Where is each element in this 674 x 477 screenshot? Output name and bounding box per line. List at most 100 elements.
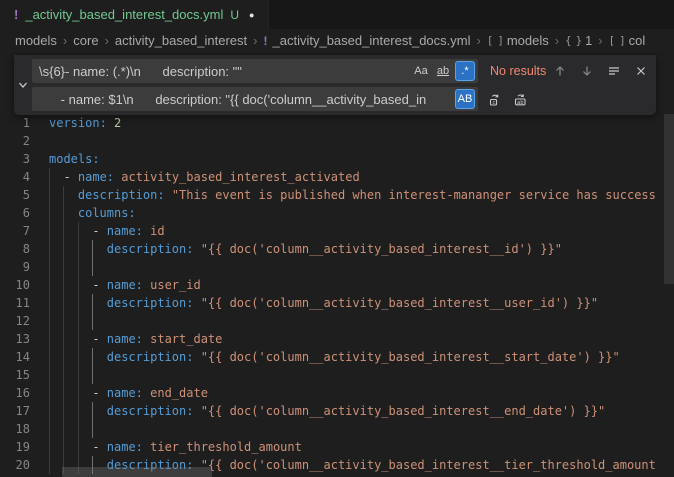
code-token: - [92,440,106,454]
indent-guide [78,402,92,420]
breadcrumb-label: activity_based_interest [115,33,247,48]
indent-guide [49,330,63,348]
find-in-selection-button[interactable] [604,61,624,81]
code-line[interactable]: 15 [0,366,674,384]
line-number: 13 [0,330,49,348]
code-editor[interactable]: \s{6}- name: (.*)\n description: "" Aa a… [0,52,674,477]
symbol-icon: [ ] [487,35,503,47]
close-find-button[interactable] [631,61,651,81]
indent-guide [63,276,77,294]
breadcrumb-item-2[interactable]: activity_based_interest [115,33,247,48]
code-token: 2 [114,116,121,130]
code-token: name: [107,278,143,292]
code-line[interactable]: 4- name: activity_based_interest_activat… [0,168,674,186]
code-token [193,404,200,418]
code-line[interactable]: 5description: "This event is published w… [0,186,674,204]
code-line[interactable]: 7- name: id [0,222,674,240]
line-number: 18 [0,420,49,438]
code-line[interactable]: 1version: 2 [0,114,674,132]
indent-guide [78,258,92,276]
code-token [107,116,114,130]
code-token: activity_based_interest_activated [121,170,359,184]
breadcrumb-separator: › [105,33,109,48]
indent-guide [92,420,106,438]
code-line[interactable]: 9 [0,258,674,276]
indent-guide [49,276,63,294]
code-token: end_date [150,386,208,400]
code-token [193,350,200,364]
line-content: - name: tier_threshold_amount [49,438,302,456]
code-line[interactable]: 2 [0,132,674,150]
breadcrumb-item-6[interactable]: [ ]col [609,33,646,48]
code-line[interactable]: 10- name: user_id [0,276,674,294]
indent-guide [63,240,77,258]
code-token: "This event is published when interest-m… [172,188,656,202]
indent-guide [63,348,77,366]
find-input[interactable]: \s{6}- name: (.*)\n description: "" Aa a… [32,59,478,83]
code-line[interactable]: 19- name: tier_threshold_amount [0,438,674,456]
code-line[interactable]: 14description: "{{ doc('column__activity… [0,348,674,366]
vertical-scrollbar[interactable] [664,114,674,284]
indent-guide [49,186,63,204]
code-line[interactable]: 3models: [0,150,674,168]
code-line[interactable]: 13- name: start_date [0,330,674,348]
replace-all-button[interactable]: ab [511,89,531,109]
replace-row: - name: $1\n description: "{{ doc('colum… [32,87,651,111]
indent-guide [92,366,106,384]
indent-guide [63,366,77,384]
code-line[interactable]: 8description: "{{ doc('column__activity_… [0,240,674,258]
breadcrumb-separator: › [555,33,559,48]
line-number: 16 [0,384,49,402]
toggle-replace-button[interactable] [14,59,32,111]
indent-guide [49,294,63,312]
replace-input-text: - name: $1\n description: "{{ doc('colum… [39,92,451,107]
indent-guide [49,258,63,276]
code-token: "{{ doc('column__activity_based_interest… [201,404,606,418]
breadcrumb-item-4[interactable]: [ ]models [487,33,549,48]
code-token: - [92,332,106,346]
line-content: - name: end_date [49,384,208,402]
breadcrumb-item-5[interactable]: { }1 [565,33,592,48]
yaml-file-icon: ! [14,7,18,22]
replace-input[interactable]: - name: $1\n description: "{{ doc('colum… [32,87,478,111]
line-content [49,366,107,384]
breadcrumb-item-1[interactable]: core [73,33,98,48]
breadcrumb-label: _activity_based_interest_docs.yml [273,33,471,48]
vscode-window: ! _activity_based_interest_docs.yml U ● … [0,0,674,477]
indent-guide [49,204,63,222]
indent-guide [78,420,92,438]
line-number: 14 [0,348,49,366]
line-content: description: "{{ doc('column__activity_b… [49,402,605,420]
line-number: 1 [0,114,49,132]
horizontal-scrollbar[interactable] [62,467,212,477]
code-token: - [92,386,106,400]
code-line[interactable]: 6columns: [0,204,674,222]
line-number: 3 [0,150,49,168]
breadcrumb-item-0[interactable]: models [15,33,57,48]
code-token: version: [49,116,107,130]
modified-dot-icon[interactable]: ● [249,10,254,20]
code-token: "{{ doc('column__activity_based_interest… [201,350,620,364]
find-next-button[interactable] [577,61,597,81]
code-line[interactable]: 16- name: end_date [0,384,674,402]
line-content: - name: user_id [49,276,201,294]
indent-guide [49,168,63,186]
code-line[interactable]: 18 [0,420,674,438]
preserve-case-button[interactable]: AB [455,89,475,109]
line-content: models: [49,150,100,168]
find-previous-button[interactable] [550,61,570,81]
indent-guide [63,222,77,240]
tab-activity-docs[interactable]: ! _activity_based_interest_docs.yml U ● [0,0,269,29]
code-line[interactable]: 17description: "{{ doc('column__activity… [0,402,674,420]
whole-word-button[interactable]: ab [433,61,453,81]
code-line[interactable]: 12 [0,312,674,330]
match-case-button[interactable]: Aa [411,61,431,81]
yaml-file-icon: ! [264,34,268,48]
breadcrumb-item-3[interactable]: ! _activity_based_interest_docs.yml [264,33,471,48]
replace-button[interactable]: c [485,89,505,109]
code-line[interactable]: 11description: "{{ doc('column__activity… [0,294,674,312]
indent-guide [78,384,92,402]
regex-button[interactable]: .* [455,61,475,81]
code-token: description: [107,404,194,418]
close-icon [634,64,648,78]
